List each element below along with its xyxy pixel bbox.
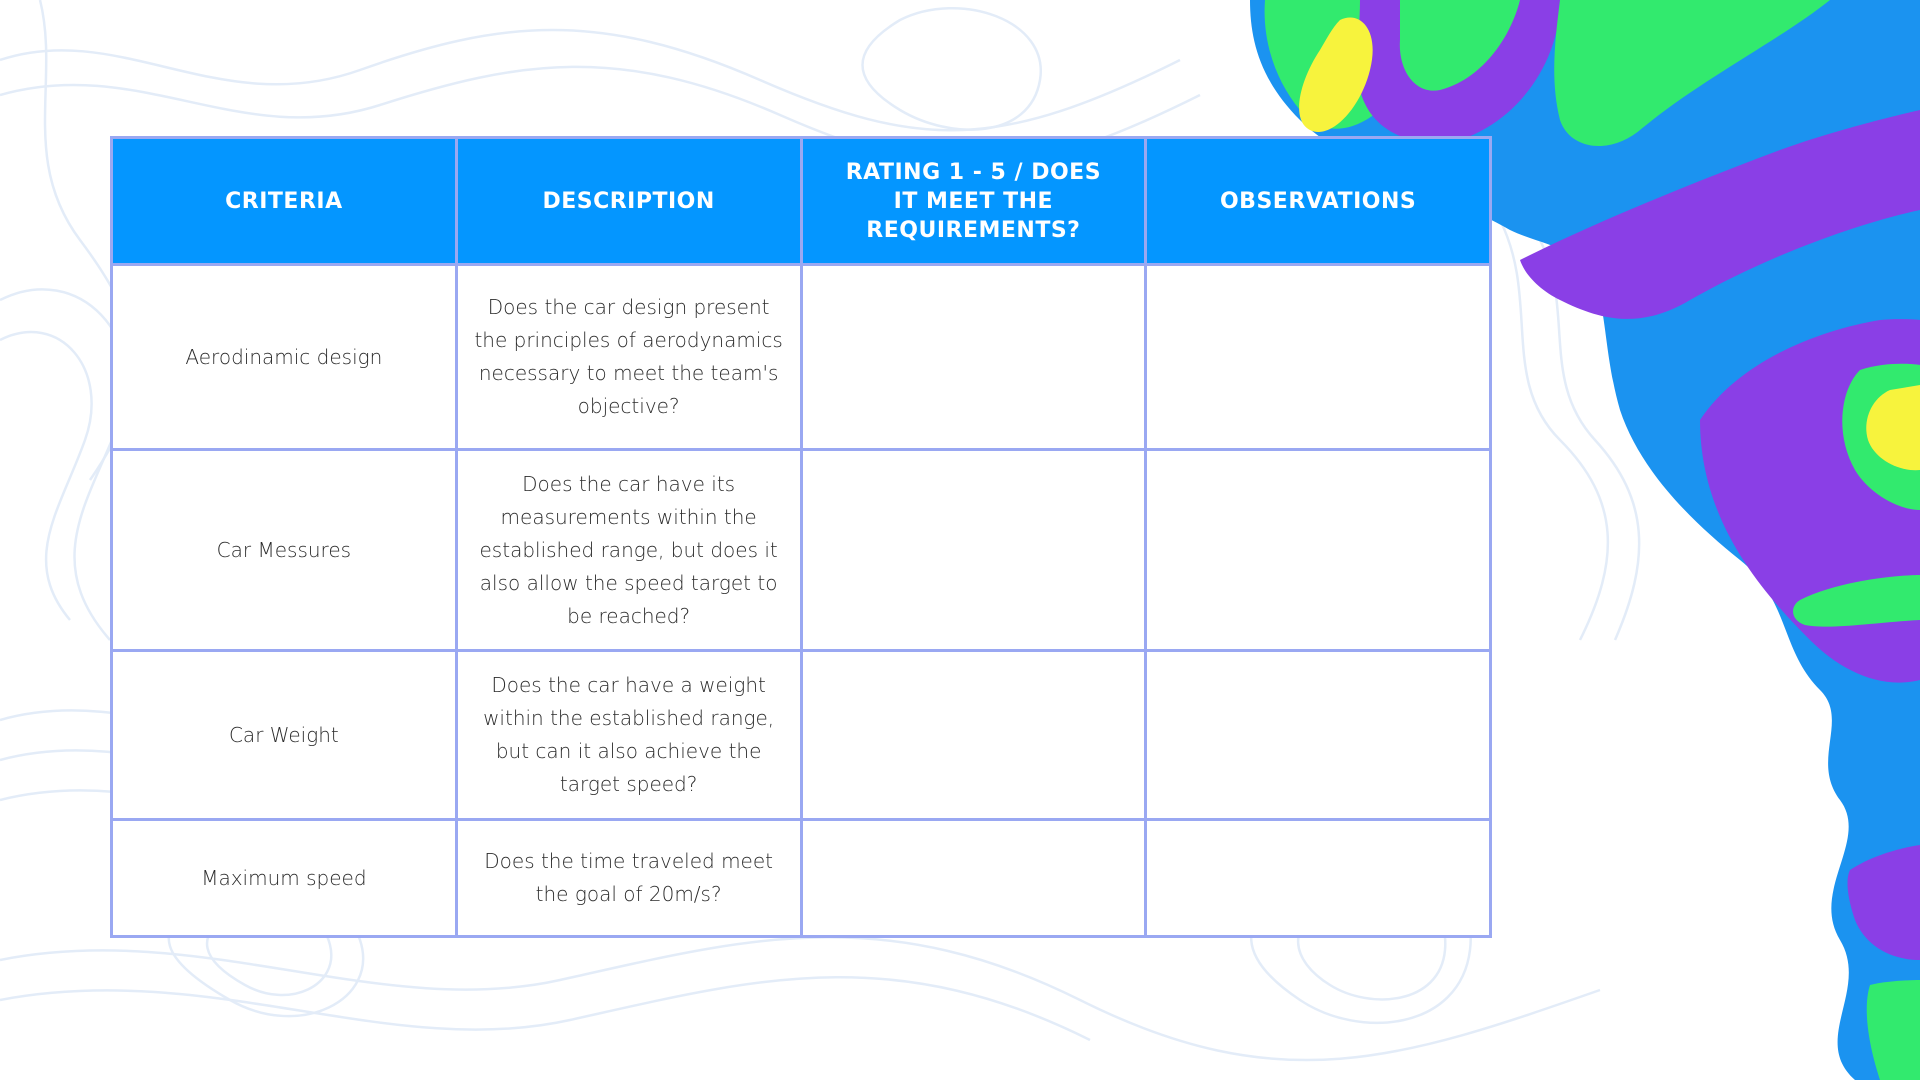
rating-cell[interactable] <box>799 818 1148 938</box>
rating-cell[interactable] <box>799 448 1148 652</box>
table-row: Aerodinamic design Does the car design p… <box>110 263 1492 451</box>
evaluation-rubric: CRITERIA DESCRIPTION RATING 1 - 5 / DOES… <box>110 136 1492 938</box>
criteria-cell: Aerodinamic design <box>110 263 458 451</box>
rubric-table: CRITERIA DESCRIPTION RATING 1 - 5 / DOES… <box>110 136 1492 938</box>
observations-cell[interactable] <box>1144 649 1492 821</box>
table-row: Maximum speed Does the time traveled mee… <box>110 818 1492 938</box>
rating-cell[interactable] <box>799 263 1148 451</box>
table-header-row: CRITERIA DESCRIPTION RATING 1 - 5 / DOES… <box>110 136 1492 266</box>
criteria-cell: Car Messures <box>110 448 458 652</box>
rating-cell[interactable] <box>799 649 1148 821</box>
header-observations: OBSERVATIONS <box>1144 136 1492 266</box>
criteria-cell: Maximum speed <box>110 818 458 938</box>
observations-cell[interactable] <box>1144 448 1492 652</box>
table-row: Car Weight Does the car have a weight wi… <box>110 649 1492 821</box>
observations-cell[interactable] <box>1144 818 1492 938</box>
header-rating: RATING 1 - 5 / DOES IT MEET THE REQUIREM… <box>799 136 1148 266</box>
header-description: DESCRIPTION <box>454 136 803 266</box>
description-cell: Does the car design present the principl… <box>454 263 803 451</box>
description-cell: Does the car have a weight within the es… <box>454 649 803 821</box>
observations-cell[interactable] <box>1144 263 1492 451</box>
description-cell: Does the car have its measurements withi… <box>454 448 803 652</box>
header-criteria: CRITERIA <box>110 136 458 266</box>
description-cell: Does the time traveled meet the goal of … <box>454 818 803 938</box>
criteria-cell: Car Weight <box>110 649 458 821</box>
table-row: Car Messures Does the car have its measu… <box>110 448 1492 652</box>
